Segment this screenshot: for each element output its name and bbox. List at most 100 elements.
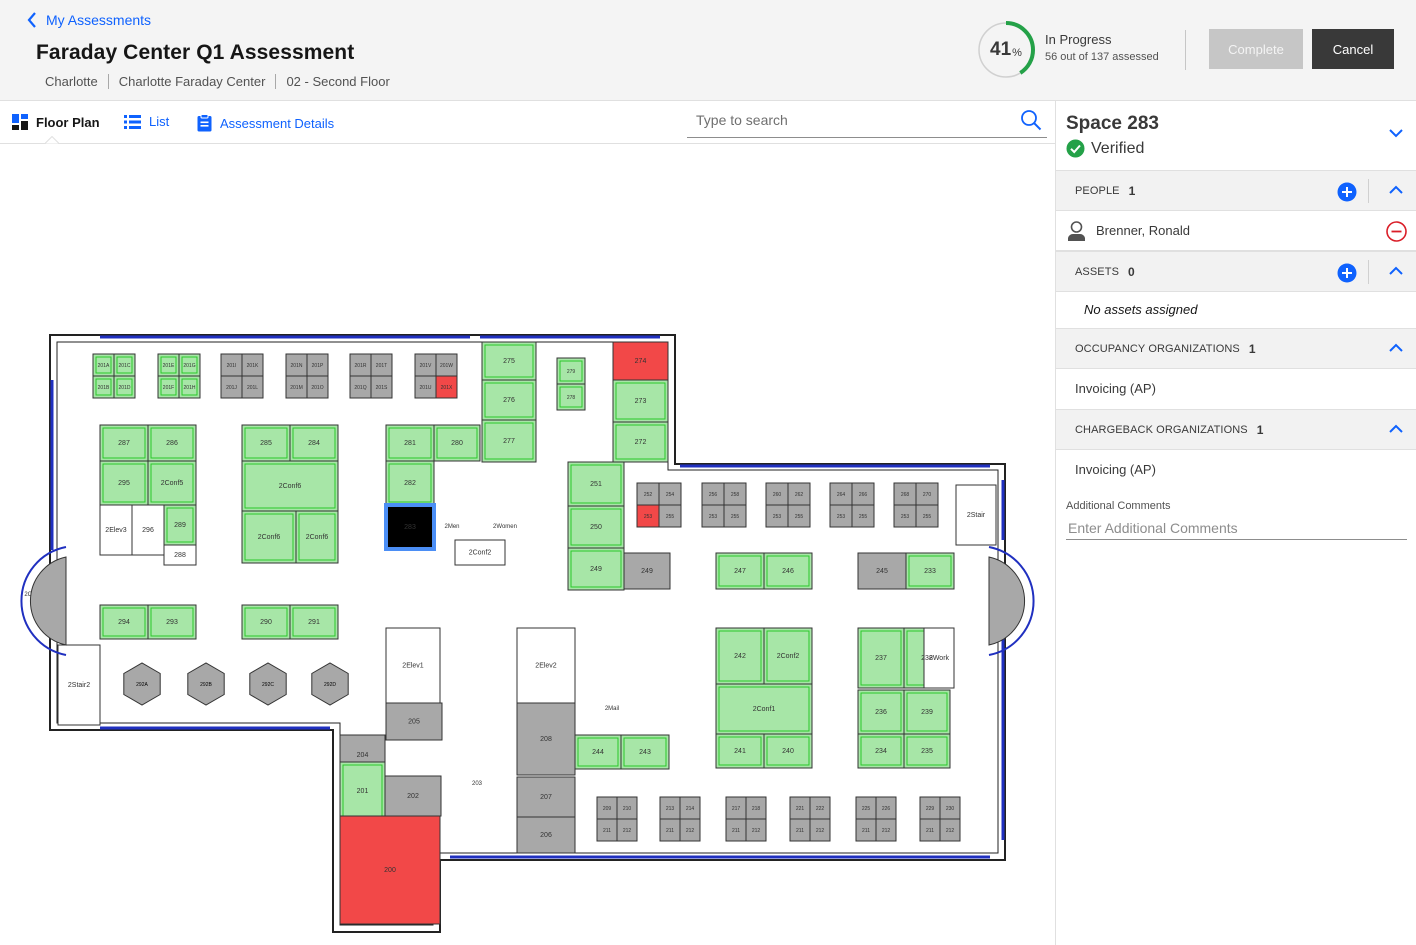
room-label: 201I xyxy=(227,363,237,369)
occupancy-org-name: Invoicing (AP) xyxy=(1075,381,1156,396)
room-label: 292A xyxy=(136,682,148,688)
room-label: 201D xyxy=(119,385,131,391)
space-title: Space 283 xyxy=(1066,113,1159,134)
room-label: 237 xyxy=(875,655,887,662)
room-label: 221 xyxy=(796,806,805,812)
comments-label: Additional Comments xyxy=(1066,500,1171,512)
chevron-up-icon[interactable] xyxy=(1389,424,1403,434)
room-label: 233 xyxy=(924,568,936,575)
room-label: 201S xyxy=(376,385,388,391)
room-label: 2Stair2 xyxy=(68,682,90,689)
room-label: 283 xyxy=(404,524,416,531)
room-label: 255 xyxy=(666,514,675,520)
room-label: 222 xyxy=(816,806,825,812)
chevron-up-icon[interactable] xyxy=(1389,266,1403,276)
remove-person-icon[interactable] xyxy=(1386,221,1407,242)
room-label: 201R xyxy=(355,363,367,369)
tab-list[interactable]: List xyxy=(124,114,169,129)
room-label: 2Conf2 xyxy=(777,653,800,660)
room-label: 240 xyxy=(782,748,794,755)
floor-plan-canvas[interactable]: 201A 201C 201B 201D 201E 201G 201F 201H 201I 201K… xyxy=(0,144,1055,945)
room-label: 266 xyxy=(859,492,868,498)
room-label: 208 xyxy=(540,736,552,743)
room-label: 243 xyxy=(639,749,651,756)
room-label: 253 xyxy=(709,514,718,520)
room-label: 292D xyxy=(324,682,336,688)
room-label: 2Work xyxy=(929,655,950,662)
room-label: 203 xyxy=(472,781,483,787)
room-label: 201X xyxy=(441,385,453,391)
room-label: 284 xyxy=(308,440,320,447)
progress-ring: 41% xyxy=(976,20,1036,80)
room-label: 201A xyxy=(98,363,110,369)
progress-count: 56 out of 137 assessed xyxy=(1045,51,1159,63)
progress-percent: 41% xyxy=(990,39,1022,60)
room-label: 229 xyxy=(926,806,935,812)
floor-plan-drawing[interactable]: 201A 201C 201B 201D 201E 201G 201F 201H 201I 201K… xyxy=(0,144,1055,945)
room-label: 249 xyxy=(590,566,602,573)
occupancy-label: OCCUPANCY ORGANIZATIONS xyxy=(1075,342,1240,355)
room-label: 242 xyxy=(734,653,746,660)
room-label: 2Conf1 xyxy=(753,706,776,713)
room-2Conf3[interactable] xyxy=(988,556,1026,646)
room-label: 287 xyxy=(118,440,130,447)
room-label: 212 xyxy=(946,828,955,834)
back-link[interactable]: My Assessments xyxy=(26,12,151,28)
assets-count: 0 xyxy=(1128,264,1135,279)
room-label: 2Men xyxy=(444,524,459,530)
complete-button[interactable]: Complete xyxy=(1209,29,1303,69)
chargeback-org-name: Invoicing (AP) xyxy=(1075,462,1156,477)
room-label: 264 xyxy=(837,492,846,498)
cancel-button[interactable]: Cancel xyxy=(1312,29,1394,69)
search-input[interactable] xyxy=(696,112,1006,128)
tab-floor-plan[interactable]: Floor Plan xyxy=(12,114,100,130)
room-label: 211 xyxy=(796,828,804,834)
room-label: 201H xyxy=(184,385,196,391)
assets-empty-row: No assets assigned xyxy=(1056,292,1416,329)
room-2Conf4[interactable] xyxy=(29,556,67,646)
room-label: 251 xyxy=(590,481,602,488)
room-label: 201T xyxy=(376,363,387,369)
search-icon[interactable] xyxy=(1020,109,1042,131)
room-label: 2Elev2 xyxy=(535,663,557,670)
room-label: 255 xyxy=(731,514,740,520)
clipboard-icon xyxy=(197,114,212,132)
room-label: 2Stair xyxy=(967,512,986,519)
room-label: 280 xyxy=(451,440,463,447)
person-name: Brenner, Ronald xyxy=(1096,223,1190,238)
room-label: 273 xyxy=(635,398,647,405)
room-label: 211 xyxy=(603,828,611,834)
room-label: 218 xyxy=(752,806,761,812)
add-person-icon[interactable] xyxy=(1337,182,1357,202)
room-label: 253 xyxy=(901,514,910,520)
room-label: 270 xyxy=(923,492,932,498)
room-label: 201B xyxy=(98,385,110,391)
space-status: Verified xyxy=(1066,139,1144,158)
back-link-label: My Assessments xyxy=(46,12,152,28)
breadcrumb-item-city: Charlotte xyxy=(45,74,98,89)
room-label: 2Conf6 xyxy=(258,534,281,541)
room-label: 207 xyxy=(540,794,552,801)
tab-assessment-details[interactable]: Assessment Details xyxy=(197,114,334,132)
add-asset-icon[interactable] xyxy=(1337,263,1357,283)
room-label: 201N xyxy=(291,363,303,369)
person-row: Brenner, Ronald xyxy=(1056,211,1416,251)
chargeback-org-row: Invoicing (AP) xyxy=(1056,450,1416,491)
chevron-up-icon[interactable] xyxy=(1389,343,1403,353)
room-label: 236 xyxy=(875,709,887,716)
assets-section-header[interactable]: ASSETS 0 xyxy=(1056,251,1416,292)
breadcrumb-item-building: Charlotte Faraday Center xyxy=(118,74,266,89)
breadcrumb-item-floor: 02 - Second Floor xyxy=(286,74,390,89)
chargeback-section-header[interactable]: CHARGEBACK ORGANIZATIONS 1 xyxy=(1056,409,1416,450)
room-label: 211 xyxy=(926,828,934,834)
room-label: 212 xyxy=(882,828,891,834)
room-label: 253 xyxy=(837,514,846,520)
occupancy-count: 1 xyxy=(1248,341,1256,356)
chevron-up-icon[interactable] xyxy=(1389,185,1403,195)
rooms-layer xyxy=(57,341,997,925)
people-section-header[interactable]: PEOPLE 1 xyxy=(1056,170,1416,211)
comments-input[interactable] xyxy=(1066,516,1407,540)
occupancy-section-header[interactable]: OCCUPANCY ORGANIZATIONS 1 xyxy=(1056,328,1416,369)
room-label: 239 xyxy=(921,709,933,716)
chevron-down-icon[interactable] xyxy=(1389,128,1403,138)
